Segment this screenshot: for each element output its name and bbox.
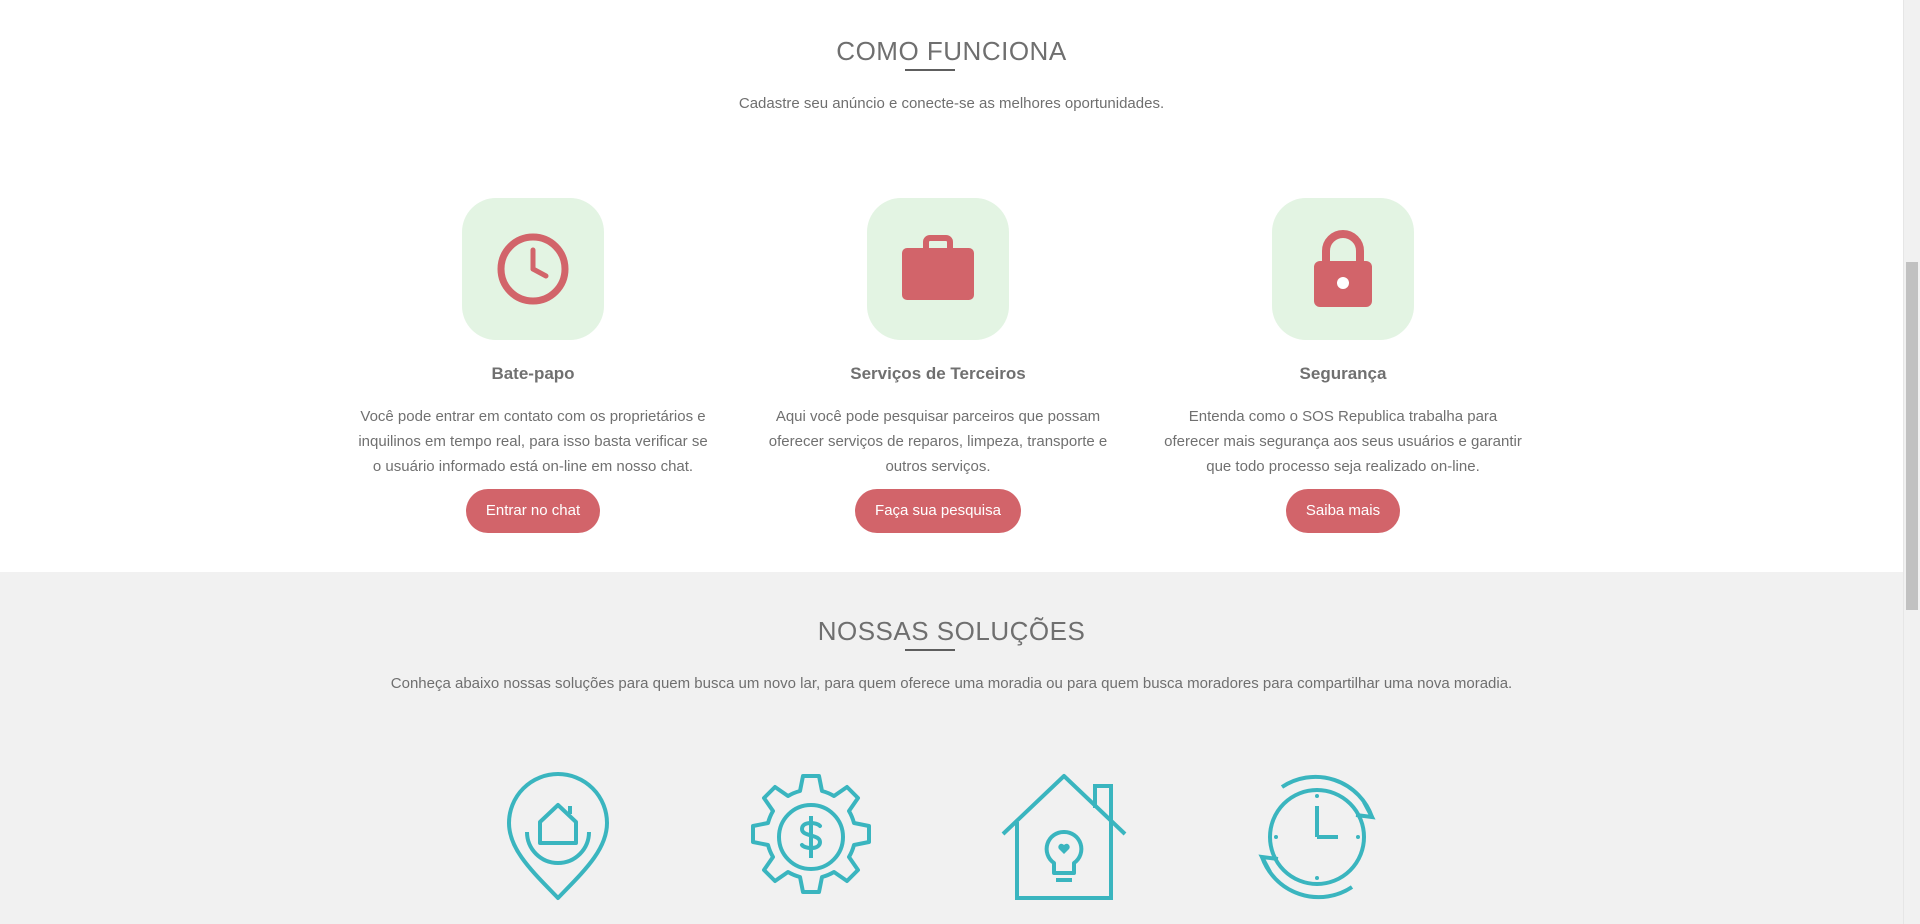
solutions-subtitle: Conheça abaixo nossas soluções para quem… <box>390 675 1513 692</box>
feature-third-party-services: Serviços de Terceiros Aqui você pode pes… <box>758 198 1118 533</box>
learn-more-button[interactable]: Saiba mais <box>1285 489 1401 533</box>
lock-icon <box>1314 230 1372 307</box>
feature-icon-box <box>867 198 1009 340</box>
feature-chat: Bate-papo Você pode entrar em contato co… <box>353 198 713 533</box>
clock-icon <box>497 233 569 305</box>
title-underline <box>905 649 955 651</box>
feature-title: Bate-papo <box>491 364 575 383</box>
briefcase-icon <box>902 235 974 300</box>
how-it-works-section: COMO FUNCIONA Cadastre seu anúncio e con… <box>0 0 1903 572</box>
feature-icon-box <box>1272 198 1414 340</box>
scrollbar-thumb[interactable] <box>1906 262 1918 610</box>
solutions-section: NOSSAS SOLUÇÕES Conheça abaixo nossas so… <box>0 572 1903 924</box>
gear-dollar-icon <box>751 774 871 894</box>
feature-icon-box <box>462 198 604 340</box>
feature-description: Entenda como o SOS Republica trabalha pa… <box>1164 408 1522 475</box>
page-scrollbar[interactable] <box>1903 0 1920 924</box>
title-underline <box>905 69 955 71</box>
feature-title: Serviços de Terceiros <box>850 364 1026 383</box>
feature-title: Segurança <box>1299 364 1387 383</box>
how-it-works-title: COMO FUNCIONA <box>836 36 1067 66</box>
feature-security: Segurança Entenda como o SOS Republica t… <box>1163 198 1523 533</box>
feature-description: Você pode entrar em contato com os propr… <box>358 408 708 475</box>
page-content: COMO FUNCIONA Cadastre seu anúncio e con… <box>0 0 1903 924</box>
search-services-button[interactable]: Faça sua pesquisa <box>855 489 1021 533</box>
house-lightbulb-icon <box>1001 774 1127 900</box>
home-location-pin-icon <box>507 772 609 900</box>
solutions-title: NOSSAS SOLUÇÕES <box>817 616 1086 646</box>
feature-description: Aqui você pode pesquisar parceiros que p… <box>768 408 1108 475</box>
enter-chat-button[interactable]: Entrar no chat <box>465 489 601 533</box>
how-it-works-subtitle: Cadastre seu anúncio e conecte-se as mel… <box>738 95 1165 112</box>
clock-refresh-icon <box>1258 774 1376 900</box>
